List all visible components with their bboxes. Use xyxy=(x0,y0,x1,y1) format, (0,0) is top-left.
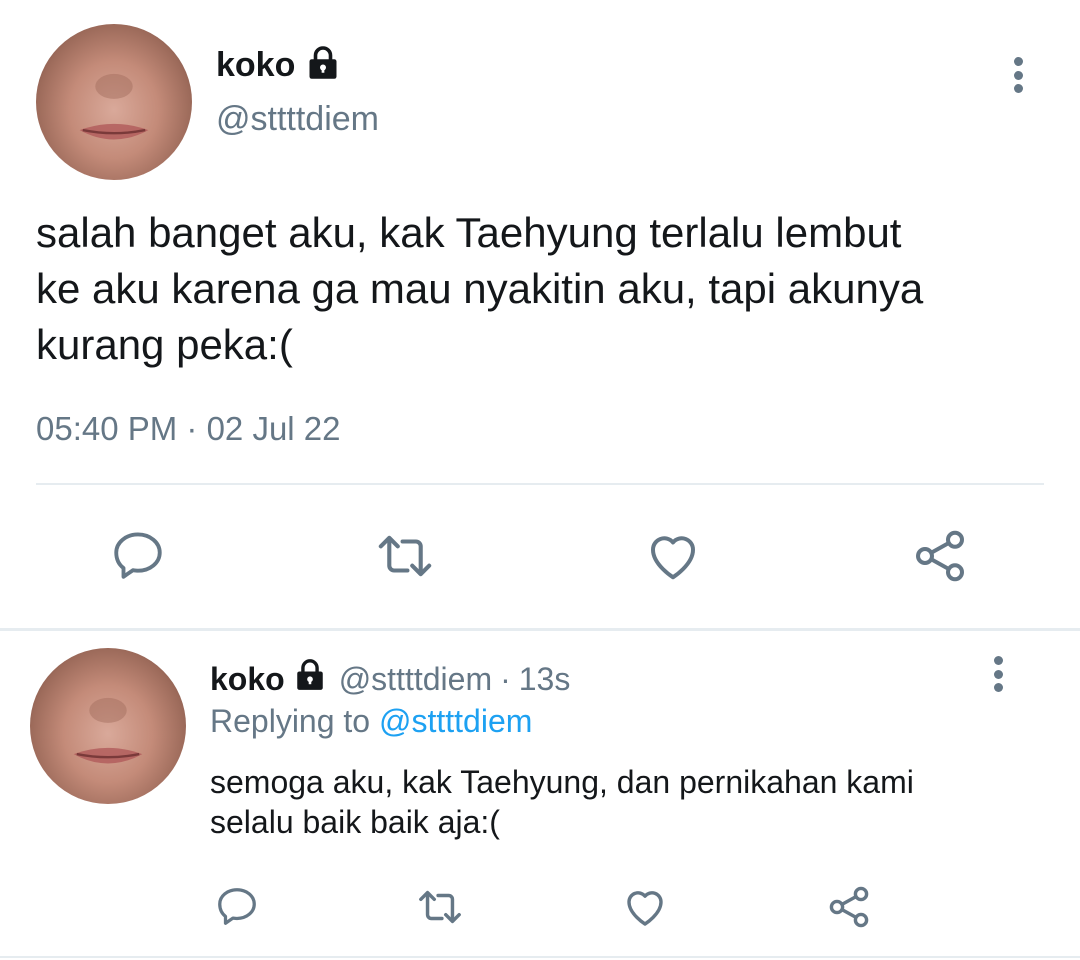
handle[interactable]: @sttttdiem xyxy=(216,100,379,139)
dot xyxy=(1013,84,1023,93)
like-button[interactable] xyxy=(620,883,670,931)
display-name[interactable]: koko xyxy=(216,46,295,85)
more-options-icon[interactable] xyxy=(1011,57,1025,93)
reply-tweet-avatar[interactable] xyxy=(30,648,186,804)
lock-icon xyxy=(293,658,327,700)
retweet-icon xyxy=(378,535,432,577)
bottom-divider xyxy=(0,956,1080,958)
text-line: selalu baik baik aja:( xyxy=(210,804,500,840)
display-name[interactable]: koko xyxy=(210,661,285,698)
reply-icon xyxy=(114,532,162,579)
dot xyxy=(993,683,1003,692)
handle[interactable]: @sttttdiem xyxy=(339,661,492,698)
share-button[interactable] xyxy=(824,883,874,931)
dot xyxy=(1013,70,1023,80)
like-button[interactable] xyxy=(642,526,704,586)
share-icon xyxy=(916,530,964,582)
replying-to-label: Replying to xyxy=(210,703,371,739)
like-icon xyxy=(627,891,663,926)
replying-to-handle[interactable]: @sttttdiem xyxy=(379,703,532,739)
like-icon xyxy=(650,536,696,580)
reply-tweet-header: koko @sttttdiem · 13s xyxy=(210,656,570,702)
time-separator: · xyxy=(500,660,511,697)
retweet-icon xyxy=(419,890,461,924)
share-icon xyxy=(829,886,869,928)
text-line: salah banget aku, kak Taehyung terlalu l… xyxy=(36,209,902,256)
main-tweet-avatar[interactable] xyxy=(36,24,192,180)
main-tweet-text: salah banget aku, kak Taehyung terlalu l… xyxy=(36,205,923,373)
main-tweet-header: koko xyxy=(216,40,341,90)
more-options-icon[interactable] xyxy=(991,656,1005,692)
timestamp[interactable]: 05:40 PM · 02 Jul 22 xyxy=(36,410,341,448)
dot xyxy=(993,656,1003,665)
retweet-button[interactable] xyxy=(412,884,468,930)
retweet-button[interactable] xyxy=(371,527,439,585)
reply-button[interactable] xyxy=(108,526,168,584)
dot xyxy=(1013,57,1023,66)
replying-to: Replying to @sttttdiem xyxy=(210,703,532,740)
time-ago[interactable]: 13s xyxy=(519,661,571,698)
reply-icon xyxy=(218,888,256,925)
section-divider xyxy=(0,628,1080,631)
divider xyxy=(36,483,1044,485)
text-line: ke aku karena ga mau nyakitin aku, tapi … xyxy=(36,265,924,312)
text-line: semoga aku, kak Taehyung, dan pernikahan… xyxy=(210,764,914,800)
text-line: kurang peka:( xyxy=(36,321,293,368)
lock-icon xyxy=(305,45,341,86)
reply-button[interactable] xyxy=(213,883,261,929)
share-button[interactable] xyxy=(909,526,971,586)
dot xyxy=(993,669,1003,679)
reply-tweet-text: semoga aku, kak Taehyung, dan pernikahan… xyxy=(210,762,914,842)
